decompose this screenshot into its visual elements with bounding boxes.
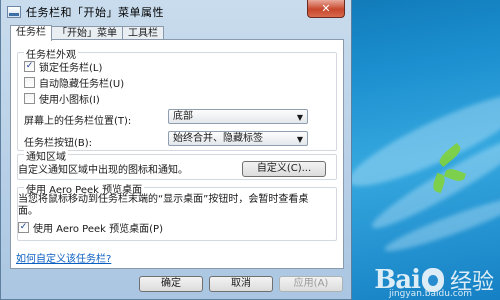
customize-button[interactable]: 自定义(C)... — [242, 161, 326, 177]
dropdown-arrow-icon: ▼ — [296, 135, 303, 144]
taskbar-buttons-label: 任务栏按钮(B): — [24, 138, 93, 149]
aero-peek-label: 使用 Aero Peek 预览桌面(P) — [33, 224, 163, 235]
light-streak — [340, 79, 500, 201]
notification-description: 自定义通知区域中出现的图标和通知。 — [18, 165, 188, 176]
notification-area-group: 通知区域 自定义通知区域中出现的图标和通知。 自定义(C)... — [17, 148, 337, 180]
small-icons-label: 使用小图标(I) — [39, 95, 100, 106]
taskbar-buttons-dropdown[interactable]: 始终合并、隐藏标签 ▼ — [168, 131, 308, 146]
small-icons-checkbox[interactable] — [24, 93, 35, 104]
auto-hide-label: 自动隐藏任务栏(U) — [39, 79, 125, 90]
baidu-watermark: Bai 经验 jingyan.baidu.com — [374, 264, 494, 299]
apply-button[interactable]: 应用(A) — [279, 276, 343, 292]
taskbar-properties-dialog: 任务栏和「开始」菜单属性 ✕ 任务栏 「开始」菜单 工具栏 任务栏外观 ✓ 锁定… — [0, 0, 352, 300]
lock-taskbar-label: 锁定任务栏(L) — [39, 63, 103, 74]
dropdown-arrow-icon: ▼ — [296, 113, 303, 122]
dialog-footer: 确定 取消 应用(A) — [1, 270, 351, 300]
title-bar[interactable]: 任务栏和「开始」菜单属性 ✕ — [1, 0, 351, 24]
taskbar-location-value: 底部 — [173, 111, 193, 122]
lock-taskbar-option[interactable]: ✓ 锁定任务栏(L) — [24, 59, 102, 74]
auto-hide-option[interactable]: 自动隐藏任务栏(U) — [24, 75, 124, 90]
tab-strip: 任务栏 「开始」菜单 工具栏 — [10, 25, 164, 41]
aero-peek-description: 当您将鼠标移动到任务栏末端的“显示桌面”按钮时，会暂时查看桌面。 — [18, 194, 309, 217]
tab-taskbar[interactable]: 任务栏 — [10, 25, 52, 41]
auto-hide-checkbox[interactable] — [24, 77, 35, 88]
window-title: 任务栏和「开始」菜单属性 — [26, 6, 164, 19]
cancel-button[interactable]: 取消 — [209, 276, 273, 292]
taskbar-appearance-group: 任务栏外观 ✓ 锁定任务栏(L) 自动隐藏任务栏(U) 使用小图标(I) 屏幕上… — [17, 46, 337, 151]
ok-button[interactable]: 确定 — [139, 276, 203, 292]
taskbar-location-dropdown[interactable]: 底部 ▼ — [168, 109, 308, 124]
lock-taskbar-checkbox[interactable]: ✓ — [24, 61, 35, 72]
aero-peek-option[interactable]: ✓ 使用 Aero Peek 预览桌面(P) — [18, 220, 163, 235]
watermark-url: jingyan.baidu.com — [388, 289, 472, 299]
tab-start-menu[interactable]: 「开始」菜单 — [51, 26, 123, 40]
aero-peek-group: 使用 Aero Peek 预览桌面 当您将鼠标移动到任务栏末端的“显示桌面”按钮… — [17, 181, 337, 241]
taskbar-icon — [7, 6, 21, 18]
tab-toolbars[interactable]: 工具栏 — [122, 26, 164, 40]
close-icon: ✕ — [321, 2, 331, 15]
close-button[interactable]: ✕ — [307, 0, 345, 18]
tab-panel: 任务栏外观 ✓ 锁定任务栏(L) 自动隐藏任务栏(U) 使用小图标(I) 屏幕上… — [10, 39, 344, 269]
help-link[interactable]: 如何自定义该任务栏? — [16, 250, 111, 265]
small-icons-option[interactable]: 使用小图标(I) — [24, 91, 100, 106]
taskbar-buttons-value: 始终合并、隐藏标签 — [173, 133, 263, 144]
aero-peek-checkbox[interactable]: ✓ — [18, 222, 29, 233]
taskbar-location-label: 屏幕上的任务栏位置(T): — [24, 116, 132, 127]
